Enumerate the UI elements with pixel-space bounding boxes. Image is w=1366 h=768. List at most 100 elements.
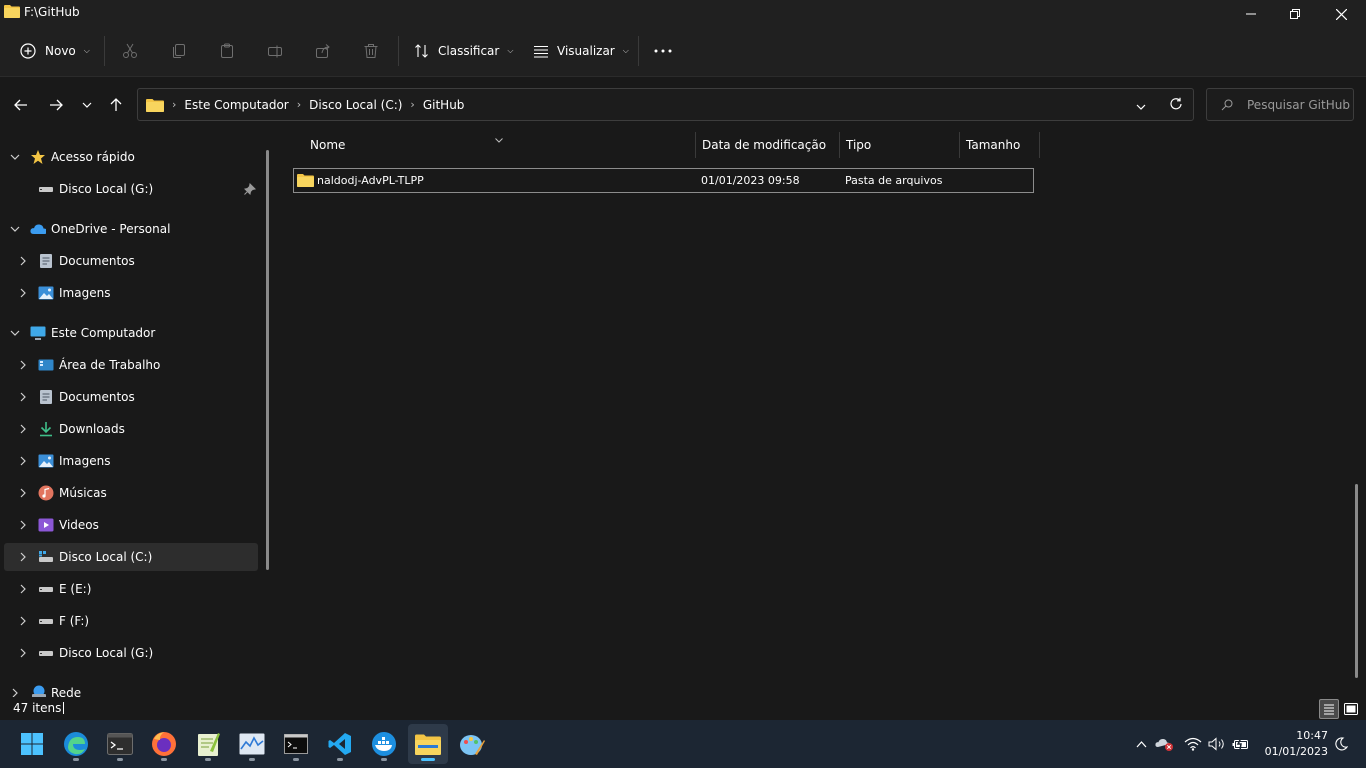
sidebar-item-este-computador[interactable]: Este Computador	[4, 319, 258, 347]
chevron-down-icon[interactable]	[8, 326, 22, 340]
chevron-down-icon[interactable]	[8, 150, 22, 164]
share-button[interactable]	[315, 26, 331, 76]
sidebar-item-onedrive[interactable]: OneDrive - Personal	[4, 215, 258, 243]
sidebar-item-onedrive-documentos[interactable]: Documentos	[4, 247, 258, 275]
notifications-button[interactable]	[1330, 720, 1352, 768]
chevron-right-icon: ›	[172, 98, 177, 111]
sort-button[interactable]: Classificar ⌵	[414, 26, 513, 76]
chevron-right-icon[interactable]	[16, 550, 30, 564]
sidebar-item-disco-local-g-pinned[interactable]: Disco Local (G:)	[4, 175, 258, 203]
paste-button[interactable]	[219, 26, 235, 76]
sidebar-item-rede[interactable]: Rede	[4, 679, 258, 697]
battery-button[interactable]	[1230, 720, 1252, 768]
forward-button[interactable]	[42, 91, 70, 119]
cut-button[interactable]	[122, 26, 138, 76]
recent-locations-button[interactable]	[73, 91, 101, 119]
chevron-right-icon[interactable]	[16, 518, 30, 532]
sidebar-item-documentos[interactable]: Documentos	[4, 383, 258, 411]
rename-button[interactable]	[267, 26, 283, 76]
column-header-modified[interactable]: Data de modificação	[702, 132, 826, 158]
details-view-icon	[1324, 704, 1334, 715]
taskbar-app-edge[interactable]	[56, 724, 96, 764]
taskbar-app-vscode[interactable]	[320, 724, 360, 764]
taskbar-app-docker[interactable]	[364, 724, 404, 764]
tiles-view-button[interactable]	[1341, 699, 1361, 719]
column-divider[interactable]	[1039, 132, 1040, 158]
clock[interactable]: 10:47 01/01/2023	[1258, 728, 1328, 760]
chevron-right-icon[interactable]	[16, 254, 30, 268]
sidebar-item-downloads[interactable]: Downloads	[4, 415, 258, 443]
notepad-plus-icon	[198, 733, 220, 756]
address-history-button[interactable]	[1136, 99, 1146, 113]
taskbar-app-notepad-plus[interactable]	[188, 724, 228, 764]
sidebar-item-quick-access[interactable]: Acesso rápido	[4, 143, 258, 171]
sidebar-item-drive-f[interactable]: F (F:)	[4, 607, 258, 635]
column-divider[interactable]	[695, 132, 696, 158]
column-divider[interactable]	[959, 132, 960, 158]
volume-button[interactable]	[1206, 720, 1228, 768]
show-hidden-icons-button[interactable]	[1132, 720, 1150, 768]
sidebar-item-onedrive-imagens[interactable]: Imagens	[4, 279, 258, 307]
taskbar-app-file-explorer[interactable]	[408, 724, 448, 764]
folder-icon	[4, 5, 20, 18]
sidebar-item-label: OneDrive - Personal	[51, 222, 171, 236]
chevron-right-icon[interactable]	[16, 582, 30, 596]
sidebar-scrollbar[interactable]	[266, 150, 269, 570]
column-divider[interactable]	[839, 132, 840, 158]
column-header-size[interactable]: Tamanho	[966, 132, 1020, 158]
refresh-button[interactable]	[1169, 97, 1183, 114]
breadcrumb-disco-local-c[interactable]: Disco Local (C:)	[309, 98, 402, 112]
tray-onedrive-error[interactable]	[1154, 720, 1176, 768]
taskbar-app-cmd[interactable]	[276, 724, 316, 764]
chevron-right-icon[interactable]	[8, 686, 22, 697]
sidebar-item-videos[interactable]: Videos	[4, 511, 258, 539]
sidebar-item-disco-local-g[interactable]: Disco Local (G:)	[4, 639, 258, 667]
chevron-down-icon[interactable]	[8, 222, 22, 236]
arrow-right-icon	[50, 99, 63, 111]
pin-icon[interactable]	[243, 182, 257, 198]
chevron-right-icon[interactable]	[16, 390, 30, 404]
sidebar-item-drive-e[interactable]: E (E:)	[4, 575, 258, 603]
view-button[interactable]: Visualizar ⌵	[533, 26, 629, 76]
column-header-name[interactable]: Nome	[310, 132, 345, 158]
more-options-button[interactable]	[654, 26, 672, 76]
delete-button[interactable]	[363, 26, 379, 76]
taskbar-app-terminal[interactable]	[100, 724, 140, 764]
sidebar-item-area-de-trabalho[interactable]: Área de Trabalho	[4, 351, 258, 379]
copy-button[interactable]	[171, 26, 187, 76]
chevron-right-icon[interactable]	[16, 286, 30, 300]
file-list-scrollbar[interactable]	[1355, 484, 1358, 678]
address-bar[interactable]: › Este Computador › Disco Local (C:) › G…	[137, 88, 1194, 121]
sidebar-item-imagens[interactable]: Imagens	[4, 447, 258, 475]
chevron-right-icon[interactable]	[16, 486, 30, 500]
file-name: naldodj-AdvPL-TLPP	[317, 174, 424, 187]
column-header-type[interactable]: Tipo	[846, 132, 871, 158]
sort-label: Classificar	[438, 44, 500, 58]
back-button[interactable]	[7, 91, 35, 119]
chevron-right-icon[interactable]	[16, 646, 30, 660]
new-button[interactable]: Novo ⌵	[20, 26, 90, 76]
minimize-button[interactable]	[1228, 0, 1274, 28]
chevron-right-icon[interactable]	[16, 454, 30, 468]
search-input[interactable]: Pesquisar GitHub	[1206, 88, 1354, 121]
close-button[interactable]	[1318, 0, 1364, 28]
chevron-right-icon[interactable]	[16, 422, 30, 436]
file-list: Nome Data de modificação Tipo Tamanho na…	[278, 132, 1366, 697]
sidebar-item-disco-local-c[interactable]: Disco Local (C:)	[4, 543, 258, 571]
wifi-button[interactable]	[1182, 720, 1204, 768]
table-row[interactable]: naldodj-AdvPL-TLPP 01/01/2023 09:58 Past…	[293, 168, 1034, 193]
chevron-right-icon[interactable]	[16, 358, 30, 372]
restore-button[interactable]	[1272, 0, 1318, 28]
view-list-icon	[534, 45, 548, 58]
taskbar-app-paint[interactable]	[452, 724, 492, 764]
start-button[interactable]	[12, 724, 52, 764]
sidebar-item-musicas[interactable]: Músicas	[4, 479, 258, 507]
details-view-button[interactable]	[1319, 699, 1339, 719]
up-button[interactable]	[102, 91, 130, 119]
breadcrumb-este-computador[interactable]: Este Computador	[184, 98, 288, 112]
terminal-icon	[107, 733, 133, 755]
breadcrumb-github[interactable]: GitHub	[423, 98, 465, 112]
taskbar-app-resource-monitor[interactable]	[232, 724, 272, 764]
chevron-right-icon[interactable]	[16, 614, 30, 628]
taskbar-app-firefox[interactable]	[144, 724, 184, 764]
